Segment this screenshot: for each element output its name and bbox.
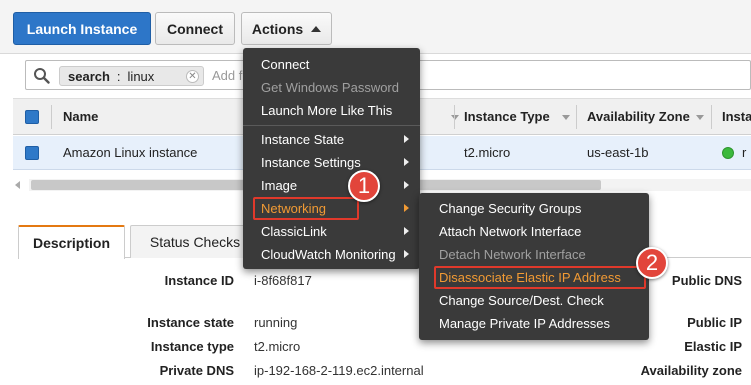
menu-item-instance-settings[interactable]: Instance Settings — [243, 151, 420, 173]
row-checkbox[interactable] — [25, 146, 39, 160]
instance-id-label: Instance ID — [164, 273, 234, 288]
disassociate-highlight-box — [434, 266, 646, 289]
column-divider — [576, 105, 577, 129]
public-ip-label: Public IP — [687, 315, 742, 330]
column-divider — [454, 105, 455, 129]
column-header-name[interactable]: Name — [63, 109, 98, 124]
actions-menu: Connect Get Windows Password Launch More… — [243, 48, 420, 269]
menu-item-label: Manage Private IP Addresses — [439, 315, 611, 331]
menu-item-change-source-dest-check[interactable]: Change Source/Dest. Check — [419, 289, 649, 311]
public-dns-label: Public DNS — [671, 273, 742, 288]
menu-item-get-windows-password: Get Windows Password — [243, 76, 420, 98]
connect-button[interactable]: Connect — [155, 12, 235, 45]
menu-item-label: Instance State — [261, 131, 345, 147]
search-icon — [34, 68, 50, 84]
menu-item-label: Attach Network Interface — [439, 223, 582, 239]
actions-button[interactable]: Actions — [241, 12, 332, 45]
filter-token-separator: : — [116, 68, 121, 84]
filter-token-key: search — [68, 68, 110, 84]
menu-item-launch-more-like-this[interactable]: Launch More Like This — [243, 99, 420, 121]
menu-divider — [243, 125, 420, 126]
menu-item-attach-network-interface[interactable]: Attach Network Interface — [419, 220, 649, 242]
menu-item-classiclink[interactable]: ClassicLink — [243, 220, 420, 242]
instance-state-value: running — [254, 315, 298, 330]
sort-caret-icon[interactable] — [562, 115, 570, 120]
chevron-right-icon — [404, 135, 409, 143]
menu-item-change-security-groups[interactable]: Change Security Groups — [419, 197, 649, 219]
menu-item-label: CloudWatch Monitoring — [261, 246, 396, 262]
sort-caret-icon[interactable] — [451, 115, 459, 120]
menu-item-label: ClassicLink — [261, 223, 327, 239]
row-instance-type: t2.micro — [464, 145, 511, 160]
filter-token-value: linux — [127, 68, 155, 84]
availability-zone-label: Availability zone — [640, 363, 742, 378]
elastic-ip-label: Elastic IP — [684, 339, 742, 354]
column-header-availability-zone[interactable]: Availability Zone — [587, 109, 690, 124]
menu-item-label: Image — [261, 177, 298, 193]
chevron-right-icon — [404, 227, 409, 235]
running-status-icon — [722, 147, 734, 159]
column-divider — [711, 105, 712, 129]
instance-state-label: Instance state — [147, 315, 234, 330]
menu-item-connect[interactable]: Connect — [243, 53, 420, 75]
column-header-instance-type[interactable]: Instance Type — [464, 109, 550, 124]
column-divider — [51, 105, 52, 129]
chevron-up-icon — [311, 25, 322, 32]
menu-item-image[interactable]: Image — [243, 174, 420, 196]
column-header-instance-state[interactable]: Insta — [722, 109, 751, 124]
menu-item-instance-state[interactable]: Instance State — [243, 128, 420, 150]
menu-item-label: Detach Network Interface — [439, 246, 586, 262]
menu-item-label: Instance Settings — [261, 154, 361, 170]
sort-caret-icon[interactable] — [696, 115, 704, 120]
instance-type-label: Instance type — [150, 339, 234, 354]
tab-status-checks[interactable]: Status Checks — [130, 225, 260, 258]
row-availability-zone: us-east-1b — [587, 145, 649, 160]
toolbar: Launch Instance Connect Actions — [0, 0, 751, 54]
chevron-right-icon — [404, 204, 409, 212]
chevron-right-icon — [404, 181, 409, 189]
private-dns-label: Private DNS — [159, 363, 234, 378]
networking-highlight-box — [253, 197, 359, 220]
row-instance-state: r — [742, 145, 747, 160]
scroll-left-icon[interactable] — [15, 181, 20, 189]
row-name: Amazon Linux instance — [63, 145, 198, 160]
launch-instance-button[interactable]: Launch Instance — [13, 12, 151, 45]
filter-token[interactable]: search : linux ✕ — [59, 66, 204, 86]
menu-item-label: Change Source/Dest. Check — [439, 292, 604, 308]
private-dns-value: ip-192-168-2-119.ec2.internal — [254, 363, 424, 378]
menu-item-label: Get Windows Password — [261, 79, 399, 95]
tab-description[interactable]: Description — [18, 225, 125, 259]
actions-button-label: Actions — [251, 20, 304, 37]
menu-item-label: Connect — [261, 56, 310, 72]
step-2-badge: 2 — [636, 247, 668, 279]
menu-item-manage-private-ip-addresses[interactable]: Manage Private IP Addresses — [419, 312, 649, 334]
instance-type-value: t2.micro — [254, 339, 301, 354]
menu-item-detach-network-interface: Detach Network Interface — [419, 243, 649, 265]
chevron-right-icon — [404, 158, 409, 166]
close-icon[interactable]: ✕ — [186, 70, 199, 83]
step-1-badge: 1 — [348, 170, 380, 202]
chevron-right-icon — [404, 250, 409, 258]
menu-item-label: Change Security Groups — [439, 200, 582, 216]
menu-item-cloudwatch-monitoring[interactable]: CloudWatch Monitoring — [243, 243, 420, 265]
select-all-checkbox[interactable] — [25, 110, 39, 124]
menu-item-label: Launch More Like This — [261, 102, 393, 118]
instance-id-value: i-8f68f817 — [254, 273, 312, 288]
